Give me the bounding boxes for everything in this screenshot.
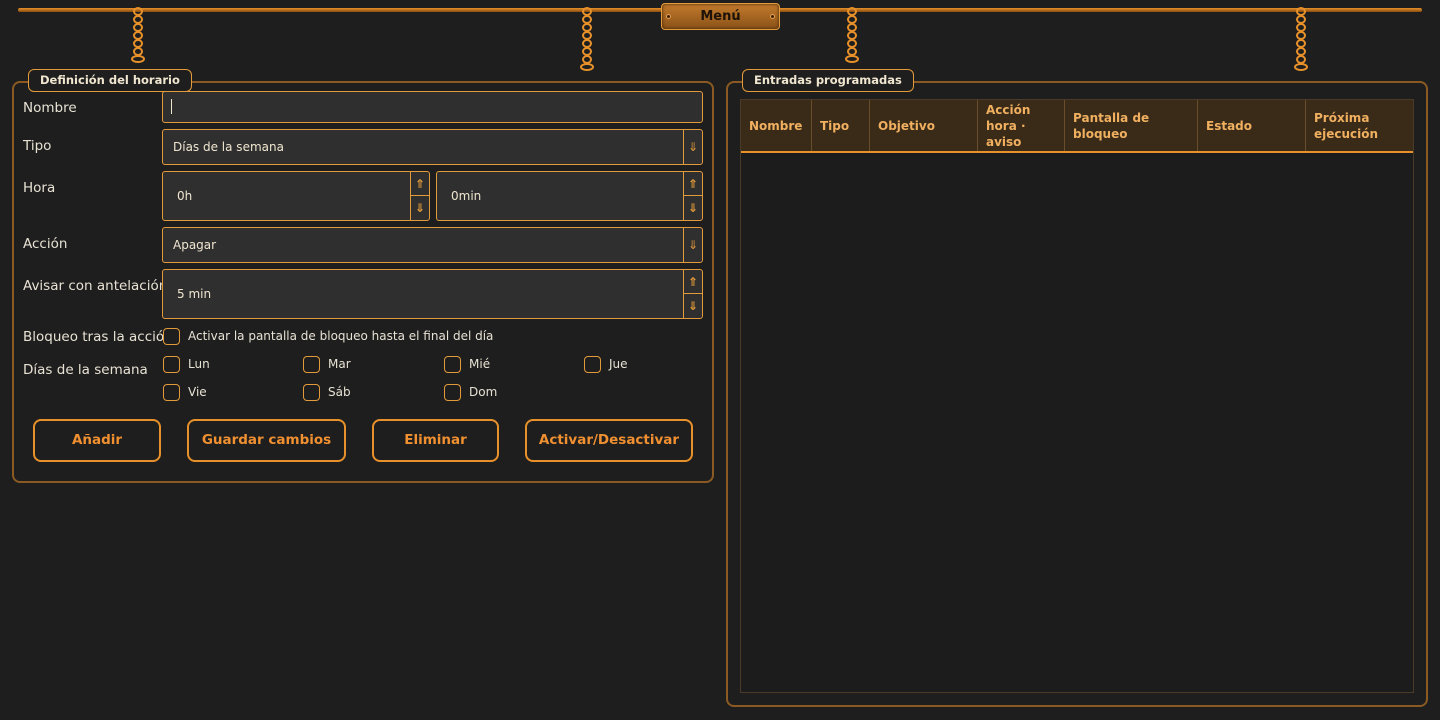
column-header-label: Acción hora · aviso: [986, 102, 1031, 149]
type-select[interactable]: Días de la semana ⇓: [162, 129, 703, 165]
day-label: Mar: [328, 357, 351, 371]
type-value: Días de la semana: [173, 140, 284, 154]
day-checkbox-vie[interactable]: [163, 384, 180, 401]
day-label: Sáb: [328, 385, 351, 399]
warn-value: 5 min: [177, 287, 212, 301]
column-header-type[interactable]: Tipo: [812, 100, 870, 151]
arrow-down-icon[interactable]: ⇓: [411, 196, 429, 220]
column-header-label: Tipo: [820, 118, 850, 133]
lock-checkbox-label: Activar la pantalla de bloqueo hasta el …: [188, 329, 494, 343]
chain-icon: [845, 7, 859, 63]
warn-stepper[interactable]: ⇑ ⇓: [683, 270, 702, 318]
column-header-label: Objetivo: [878, 118, 935, 133]
minute-stepper[interactable]: ⇑ ⇓: [683, 172, 702, 220]
save-button[interactable]: Guardar cambios: [187, 419, 346, 462]
days-label: Días de la semana: [23, 362, 148, 378]
menu-button[interactable]: Menú: [661, 3, 780, 30]
column-header-status[interactable]: Estado: [1198, 100, 1306, 151]
day-checkbox-jue[interactable]: [584, 356, 601, 373]
arrow-up-icon[interactable]: ⇑: [684, 172, 702, 196]
chain-icon: [131, 7, 145, 63]
dropdown-arrow-icon[interactable]: ⇓: [683, 130, 702, 164]
day-checkbox-dom[interactable]: [444, 384, 461, 401]
minute-spinbox[interactable]: 0min ⇑ ⇓: [436, 171, 703, 221]
column-header-next-run[interactable]: Próxima ejecución: [1306, 100, 1413, 151]
arrow-down-icon[interactable]: ⇓: [684, 196, 702, 220]
day-checkbox-lun[interactable]: [163, 356, 180, 373]
column-header-lockscreen[interactable]: Pantalla de bloqueo: [1065, 100, 1198, 151]
chain-icon: [580, 7, 594, 71]
column-header-label: Pantalla de bloqueo: [1073, 110, 1150, 141]
lock-checkbox[interactable]: [163, 328, 180, 345]
add-button[interactable]: Añadir: [33, 419, 161, 462]
chain-icon: [1294, 7, 1308, 71]
toggle-button[interactable]: Activar/Desactivar: [525, 419, 693, 462]
day-label: Jue: [609, 357, 628, 371]
day-label: Vie: [188, 385, 207, 399]
bolt-icon: [770, 14, 775, 19]
name-input[interactable]: [162, 91, 703, 123]
entries-group-title: Entradas programadas: [742, 69, 914, 92]
text-caret: [171, 99, 172, 114]
column-header-action[interactable]: Acción hora · aviso: [978, 100, 1065, 151]
type-label: Tipo: [23, 138, 52, 154]
column-header-label: Estado: [1206, 118, 1253, 133]
warn-spinbox[interactable]: 5 min ⇑ ⇓: [162, 269, 703, 319]
hour-spinbox[interactable]: 0h ⇑ ⇓: [162, 171, 430, 221]
time-label: Hora: [23, 180, 56, 196]
column-header-target[interactable]: Objetivo: [870, 100, 978, 151]
minute-value: 0min: [451, 189, 482, 203]
bolt-icon: [666, 14, 671, 19]
action-select[interactable]: Apagar ⇓: [162, 227, 703, 263]
arrow-up-icon[interactable]: ⇑: [411, 172, 429, 196]
delete-button[interactable]: Eliminar: [372, 419, 499, 462]
day-checkbox-mar[interactable]: [303, 356, 320, 373]
arrow-up-icon[interactable]: ⇑: [684, 270, 702, 294]
dropdown-arrow-icon[interactable]: ⇓: [683, 228, 702, 262]
warn-label: Avisar con antelación: [23, 278, 168, 294]
day-checkbox-sab[interactable]: [303, 384, 320, 401]
hour-stepper[interactable]: ⇑ ⇓: [410, 172, 429, 220]
column-header-label: Próxima ejecución: [1314, 110, 1379, 141]
menu-label: Menú: [700, 9, 741, 24]
table-header: Nombre Tipo Objetivo Acción hora · aviso…: [741, 100, 1413, 153]
day-label: Lun: [188, 357, 210, 371]
hour-value: 0h: [177, 189, 193, 203]
arrow-down-icon[interactable]: ⇓: [684, 294, 702, 318]
action-label: Acción: [23, 236, 68, 252]
schedule-group-title: Definición del horario: [28, 69, 192, 92]
day-checkbox-mie[interactable]: [444, 356, 461, 373]
action-value: Apagar: [173, 238, 217, 252]
column-header-label: Nombre: [749, 118, 803, 133]
entries-table[interactable]: Nombre Tipo Objetivo Acción hora · aviso…: [740, 99, 1414, 693]
day-label: Dom: [469, 385, 498, 399]
lock-label: Bloqueo tras la acción: [23, 329, 173, 345]
column-header-name[interactable]: Nombre: [741, 100, 812, 151]
day-label: Mié: [469, 357, 491, 371]
name-label: Nombre: [23, 100, 77, 116]
